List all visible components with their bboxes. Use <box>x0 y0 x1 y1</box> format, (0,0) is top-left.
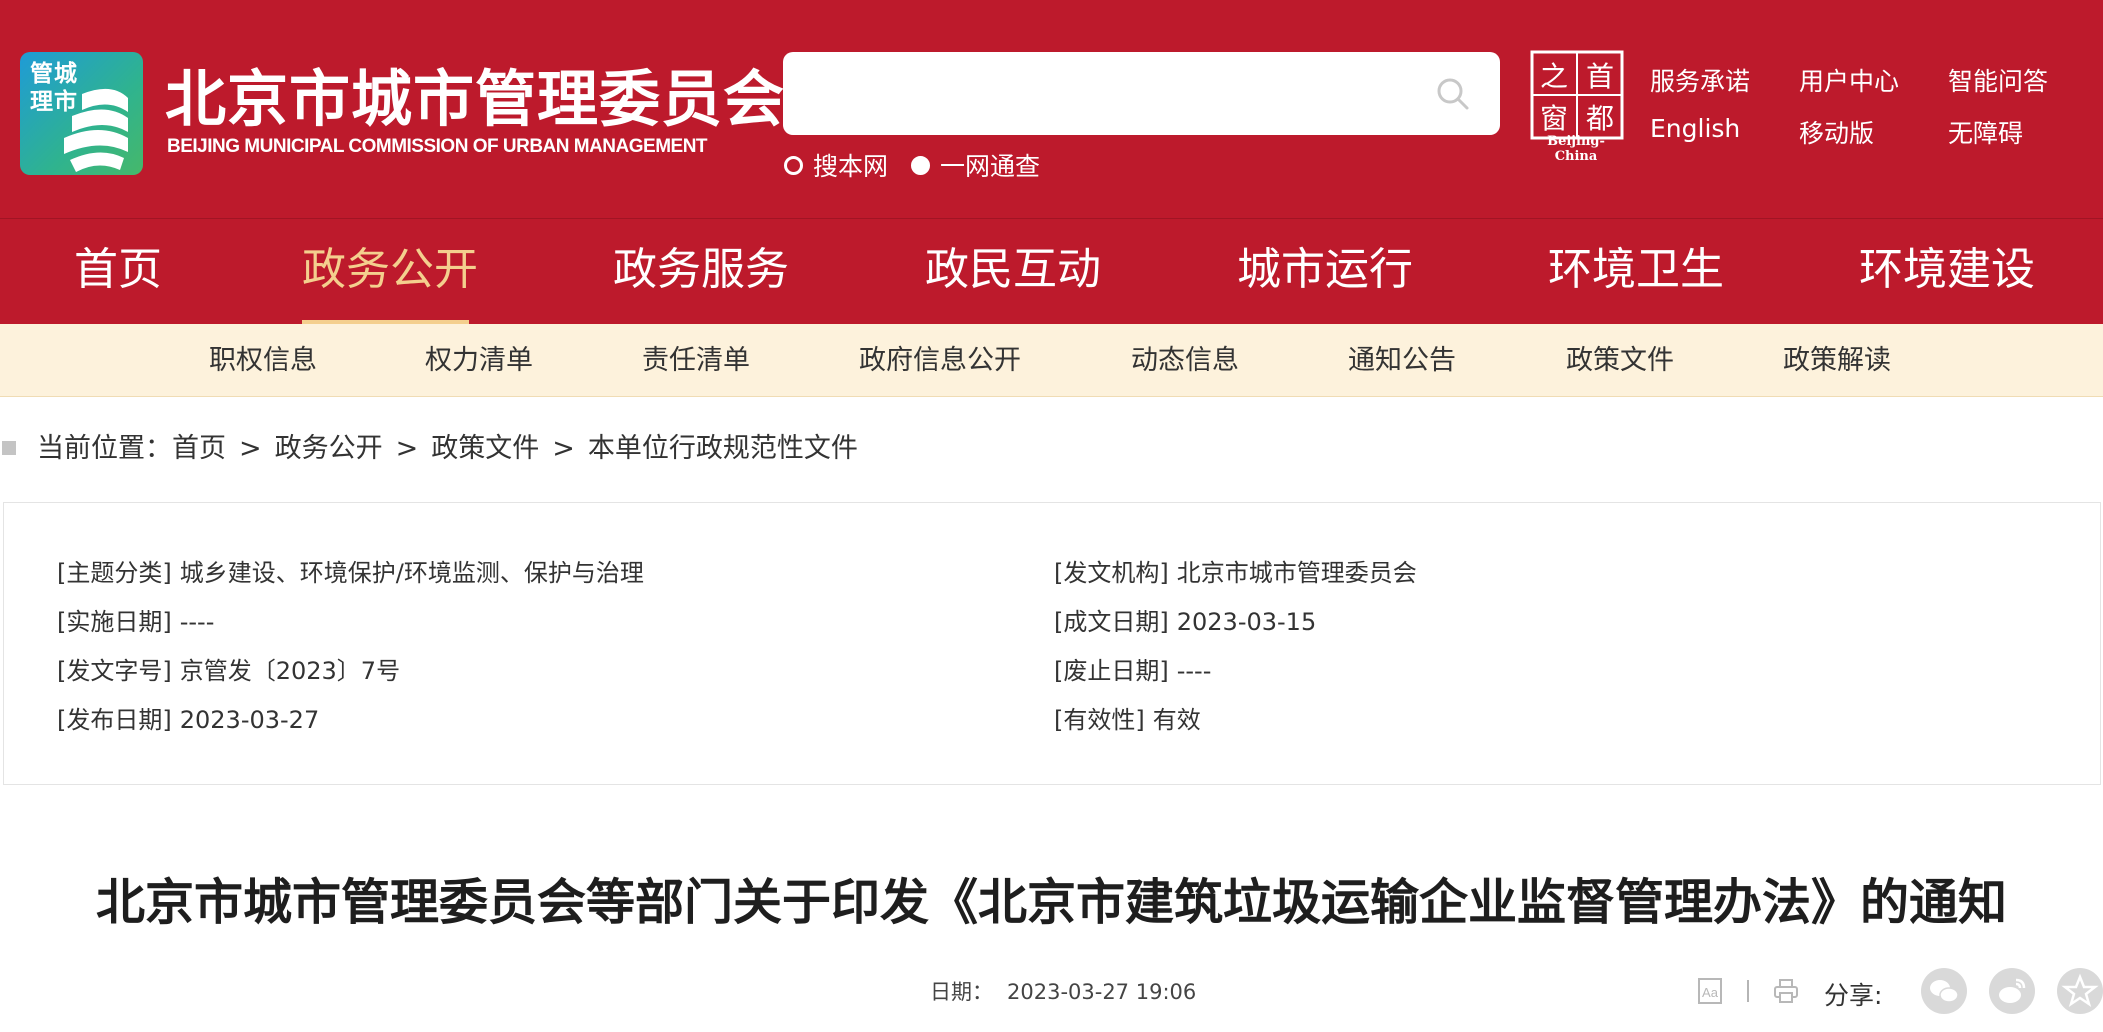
info-key: [发文字号] <box>57 657 172 685</box>
document-date-value: 2023-03-27 19:06 <box>1007 980 1197 1004</box>
breadcrumb-current[interactable]: 本单位行政规范性文件 <box>588 432 858 466</box>
info-value: 2023-03-27 <box>179 706 320 734</box>
capital-char: 窗 <box>1540 102 1568 135</box>
info-value: 城乡建设、环境保护/环境监测、保护与治理 <box>179 559 644 587</box>
nav-environment-construction[interactable]: 环境建设 <box>1859 240 2035 300</box>
nav-city-operation[interactable]: 城市运行 <box>1237 240 1413 300</box>
info-key: [有效性] <box>1054 706 1145 734</box>
search-scope-site[interactable]: 搜本网 <box>784 150 889 181</box>
info-key: [发布日期] <box>57 706 172 734</box>
info-issuing-agency: [发文机构] 北京市城市管理委员会 <box>1054 557 1417 589</box>
info-publish-date: [发布日期] 2023-03-27 <box>57 704 319 736</box>
info-value: ---- <box>1176 657 1212 685</box>
logo-stripes-icon <box>64 88 128 172</box>
font-size-icon[interactable]: Aa <box>1698 978 1722 1004</box>
subnav-dynamic-info[interactable]: 动态信息 <box>1131 344 1239 378</box>
info-key: [废止日期] <box>1054 657 1169 685</box>
info-value: 京管发〔2023〕7号 <box>179 657 401 685</box>
search-icon[interactable] <box>1435 76 1471 112</box>
radio-checked-icon <box>911 155 930 175</box>
document-info-panel: [主题分类] 城乡建设、环境保护/环境监测、保护与治理 [实施日期] ---- [发… <box>3 502 2101 785</box>
radio-unchecked-icon <box>784 155 803 175</box>
nav-sanitation[interactable]: 环境卫生 <box>1548 240 1724 300</box>
subnav-notices[interactable]: 通知公告 <box>1348 344 1456 378</box>
info-key: [发文机构] <box>1054 559 1169 587</box>
subnav-policy-interpretation[interactable]: 政策解读 <box>1783 344 1891 378</box>
breadcrumb-home[interactable]: 首页 <box>172 432 226 466</box>
search-scope-label: 一网通查 <box>940 152 1041 181</box>
info-written-date: [成文日期] 2023-03-15 <box>1054 606 1316 638</box>
site-title[interactable]: 北京市城市管理委员会 <box>165 60 785 140</box>
nav-gov-services[interactable]: 政务服务 <box>613 240 789 300</box>
info-effective-date: [实施日期] ---- <box>57 606 214 638</box>
search-input[interactable] <box>803 52 1407 137</box>
share-wechat-button[interactable] <box>1921 968 1967 1014</box>
svg-text:Aa: Aa <box>1702 985 1719 1000</box>
breadcrumb: 当前位置：首页 > 政务公开 > 政策文件 > 本单位行政规范性文件 <box>37 432 858 466</box>
breadcrumb-bullet-icon <box>2 441 16 455</box>
document-date: 日期： 2023-03-27 19:06 <box>930 976 1196 1006</box>
nav-interaction[interactable]: 政民互动 <box>925 240 1101 300</box>
capital-char: 之 <box>1540 60 1568 93</box>
capital-char: 首 <box>1586 60 1614 93</box>
share-favorite-button[interactable] <box>2057 968 2103 1014</box>
info-value: 2023-03-15 <box>1176 608 1317 636</box>
nav-home[interactable]: 首页 <box>74 240 162 300</box>
tools-divider <box>1747 980 1749 1002</box>
weibo-icon <box>1999 978 2026 1003</box>
wechat-icon <box>1930 980 1959 1003</box>
link-smart-qa[interactable]: 智能问答 <box>1948 62 2048 98</box>
search-box <box>783 52 1500 137</box>
info-key: [主题分类] <box>57 559 172 587</box>
info-key: [成文日期] <box>1054 608 1169 636</box>
subnav-authority-info[interactable]: 职权信息 <box>209 344 317 378</box>
subnav-policy-docs[interactable]: 政策文件 <box>1566 344 1674 378</box>
info-repeal-date: [废止日期] ---- <box>1054 655 1211 687</box>
breadcrumb-prefix: 当前位置： <box>37 433 172 464</box>
capital-char: 都 <box>1586 102 1614 135</box>
info-value: 北京市城市管理委员会 <box>1176 559 1417 587</box>
subnav-gov-info-disclosure[interactable]: 政府信息公开 <box>859 344 1021 378</box>
share-label: 分享: <box>1824 981 1883 1010</box>
link-mobile[interactable]: 移动版 <box>1799 114 1874 150</box>
link-accessibility[interactable]: 无障碍 <box>1948 114 2023 150</box>
info-validity: [有效性] 有效 <box>1054 704 1201 736</box>
breadcrumb-separator: > <box>239 433 262 464</box>
document-date-label: 日期： <box>930 980 993 1004</box>
sub-nav: 职权信息 权力清单 责任清单 政府信息公开 动态信息 通知公告 政策文件 政策解… <box>0 324 2103 397</box>
info-document-number: [发文字号] 京管发〔2023〕7号 <box>57 655 400 687</box>
info-value: 有效 <box>1152 706 1201 734</box>
search-scope-all[interactable]: 一网通查 <box>911 150 1041 181</box>
link-user-center[interactable]: 用户中心 <box>1799 62 1899 98</box>
info-subject-category: [主题分类] 城乡建设、环境保护/环境监测、保护与治理 <box>57 557 644 589</box>
breadcrumb-separator: > <box>552 433 575 464</box>
favorite-icon <box>2061 973 2099 1007</box>
site-subtitle: BEIJING MUNICIPAL COMMISSION OF URBAN MA… <box>167 136 708 157</box>
link-service-promise[interactable]: 服务承诺 <box>1650 62 1750 98</box>
capital-logo-caption: Beijing-China <box>1547 134 1605 164</box>
subnav-power-list[interactable]: 权力清单 <box>425 344 533 378</box>
link-english[interactable]: English <box>1650 114 1740 143</box>
info-key: [实施日期] <box>57 608 172 636</box>
header-divider <box>0 218 2103 219</box>
breadcrumb-gov-affairs-open[interactable]: 政务公开 <box>275 432 383 466</box>
nav-gov-affairs-open[interactable]: 政务公开 <box>302 240 478 300</box>
search-scope-label: 搜本网 <box>813 152 889 181</box>
breadcrumb-policy-docs[interactable]: 政策文件 <box>431 432 539 466</box>
info-value: ---- <box>179 608 215 636</box>
breadcrumb-separator: > <box>395 433 419 464</box>
print-icon[interactable] <box>1773 978 1799 1004</box>
subnav-responsibility-list[interactable]: 责任清单 <box>642 344 750 378</box>
site-logo-emblem[interactable]: 管城理市 <box>20 52 143 175</box>
document-title: 北京市城市管理委员会等部门关于印发《北京市建筑垃圾运输企业监督管理办法》的通知 <box>95 874 2007 931</box>
share-weibo-button[interactable] <box>1989 968 2035 1014</box>
